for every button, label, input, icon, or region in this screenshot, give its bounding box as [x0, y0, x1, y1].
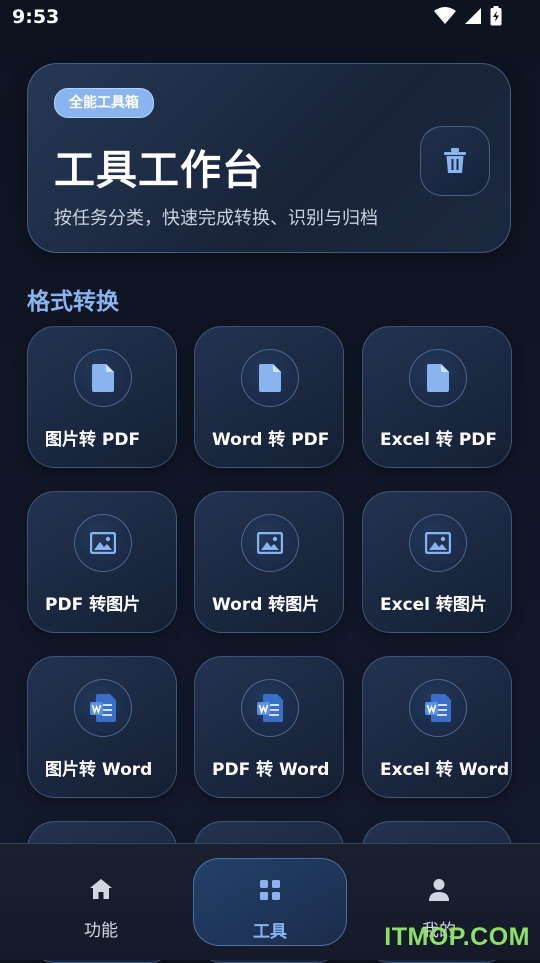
- page-subtitle: 按任务分类，快速完成转换、识别与归档: [54, 208, 378, 229]
- hero-badge: 全能工具箱: [54, 88, 154, 118]
- nav-item-features[interactable]: 功能: [24, 858, 178, 946]
- tool-icon-badge: [74, 349, 132, 407]
- tool-icon-badge: [409, 679, 467, 737]
- word-icon: [90, 694, 116, 722]
- tool-icon-badge: [409, 514, 467, 572]
- wifi-icon: [434, 7, 456, 24]
- tool-excel-to-image[interactable]: Excel 转图片: [362, 491, 512, 633]
- tool-label: Excel 转 Word: [380, 760, 510, 780]
- tool-label: Word 转图片: [212, 595, 320, 615]
- grid-icon: [260, 880, 280, 900]
- image-icon: [257, 532, 283, 554]
- watermark: ITMOP.COM: [384, 923, 530, 951]
- person-icon: [429, 879, 449, 901]
- document-icon: [92, 364, 114, 392]
- image-icon: [90, 532, 116, 554]
- nav-label: 功能: [84, 921, 118, 941]
- tool-icon-badge: [241, 514, 299, 572]
- document-icon: [259, 364, 281, 392]
- tool-pdf-to-image[interactable]: PDF 转图片: [27, 491, 177, 633]
- tool-label: PDF 转图片: [45, 595, 141, 615]
- nav-label: 工具: [253, 922, 287, 942]
- nav-item-tools[interactable]: 工具: [193, 858, 347, 946]
- tool-word-to-pdf[interactable]: Word 转 PDF: [194, 326, 344, 468]
- clear-button[interactable]: [420, 126, 490, 196]
- home-icon: [90, 879, 112, 899]
- status-bar: 9:53: [0, 0, 540, 36]
- tool-label: Word 转 PDF: [212, 430, 330, 450]
- word-icon: [425, 694, 451, 722]
- tool-icon-badge: [74, 679, 132, 737]
- tool-image-to-word[interactable]: 图片转 Word: [27, 656, 177, 798]
- page-title: 工具工作台: [54, 146, 264, 194]
- trash-icon: [444, 148, 466, 173]
- tool-excel-to-word[interactable]: Excel 转 Word: [362, 656, 512, 798]
- tool-label: Excel 转 PDF: [380, 430, 498, 450]
- tool-icon-badge: [409, 349, 467, 407]
- tool-pdf-to-word[interactable]: PDF 转 Word: [194, 656, 344, 798]
- cellular-signal-icon: [465, 8, 481, 24]
- tool-icon-badge: [241, 349, 299, 407]
- tool-icon-badge: [74, 514, 132, 572]
- tool-label: PDF 转 Word: [212, 760, 330, 780]
- status-icons: [434, 6, 502, 26]
- tool-icon-badge: [241, 679, 299, 737]
- status-time: 9:53: [12, 6, 60, 28]
- tool-label: 图片转 Word: [45, 760, 153, 780]
- tool-image-to-pdf[interactable]: 图片转 PDF: [27, 326, 177, 468]
- tool-label: Excel 转图片: [380, 595, 487, 615]
- battery-charging-icon: [490, 6, 502, 26]
- hero-card: 全能工具箱 工具工作台 按任务分类，快速完成转换、识别与归档: [27, 63, 511, 253]
- tool-label: 图片转 PDF: [45, 430, 141, 450]
- tool-word-to-image[interactable]: Word 转图片: [194, 491, 344, 633]
- image-icon: [425, 532, 451, 554]
- document-icon: [427, 364, 449, 392]
- word-icon: [257, 694, 283, 722]
- tool-excel-to-pdf[interactable]: Excel 转 PDF: [362, 326, 512, 468]
- section-title: 格式转换: [27, 289, 119, 315]
